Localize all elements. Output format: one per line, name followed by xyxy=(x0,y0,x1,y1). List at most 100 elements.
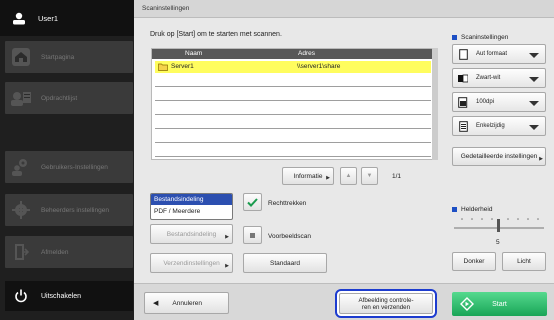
row-address: \\server1\share xyxy=(297,63,341,70)
info-button[interactable]: Informatie ▶ xyxy=(282,167,334,185)
dropdown-arrow-icon xyxy=(529,53,539,58)
chevron-right-icon: ▶ xyxy=(539,156,543,162)
column-header-name: Naam xyxy=(185,50,203,57)
dropdown-arrow-icon xyxy=(529,77,539,82)
page-indicator: 1/1 xyxy=(392,173,402,180)
sidebar-item-label: Gebruikers-Instellingen xyxy=(41,163,108,171)
send-settings-button-label: Verzendinstellingen xyxy=(163,259,220,267)
table-header: Naam Adres xyxy=(152,49,433,59)
checkbox-off-icon xyxy=(250,232,255,238)
brightness-value: 5 xyxy=(496,239,500,246)
table-row-empty xyxy=(155,117,431,129)
table-row[interactable]: Server1 \\server1\share xyxy=(155,61,431,73)
sidebar-item-user-settings[interactable]: Gebruikers-Instellingen xyxy=(5,151,133,183)
folder-icon xyxy=(158,63,168,71)
resolution-icon xyxy=(456,96,470,108)
bullet-square-icon xyxy=(452,35,457,40)
cancel-label: Annuleren xyxy=(172,299,203,307)
color-mode-icon xyxy=(456,74,470,83)
admin-settings-icon xyxy=(9,198,33,222)
bullet-square-icon xyxy=(452,207,457,212)
default-button-label: Standaard xyxy=(270,259,300,267)
checkmark-icon xyxy=(247,197,258,207)
page-size-icon xyxy=(456,48,470,60)
file-format-button-label: Bestandsindeling xyxy=(166,230,217,238)
home-icon xyxy=(9,45,33,69)
darker-label: Donker xyxy=(463,258,485,265)
user-settings-icon xyxy=(9,155,33,179)
back-arrow-icon: ◀ xyxy=(153,300,159,307)
detailed-settings-button[interactable]: Gedetailleerde instellingen ▶ xyxy=(452,147,546,166)
sidebar-item-home[interactable]: Startpagina xyxy=(5,41,133,73)
verify-and-send-inner: Afbeelding controle- ren en verzenden xyxy=(339,293,433,314)
sidebar-item-label: Startpagina xyxy=(41,53,75,61)
straighten-label: Rechttrekken xyxy=(268,200,307,207)
settings-heading-label: Scaninstellingen xyxy=(461,34,509,41)
darker-button[interactable]: Donker xyxy=(452,252,496,271)
resolution-setting-value: 100dpi xyxy=(476,99,495,105)
power-off-label: Uitschakelen xyxy=(41,292,82,300)
simplex-icon xyxy=(456,120,470,132)
brightness-heading: Helderheid xyxy=(452,206,492,213)
table-row-empty xyxy=(155,145,431,157)
sidebar-item-label: Opdrachtlijst xyxy=(41,94,78,102)
lighter-button[interactable]: Licht xyxy=(502,252,546,271)
duplex-setting-value: Enkelzijdig xyxy=(476,123,505,129)
sidebar-item-logout[interactable]: Afmelden xyxy=(5,236,133,268)
power-icon xyxy=(9,289,33,303)
preview-label: Voorbeeldscan xyxy=(268,233,312,240)
brightness-slider[interactable] xyxy=(452,215,546,239)
instruction-text: Druk op [Start] om te starten met scanne… xyxy=(150,31,282,38)
file-format-display: Bestandsindeling PDF / Meerdere xyxy=(150,193,233,220)
chevron-right-icon: ▶ xyxy=(225,234,229,240)
table-scrollbar[interactable] xyxy=(432,48,438,160)
color-setting-select[interactable]: Zwart-wit xyxy=(452,68,546,88)
table-row-empty xyxy=(155,103,431,115)
color-setting-value: Zwart-wit xyxy=(476,75,501,81)
preview-checkbox[interactable] xyxy=(243,226,262,244)
power-off-button[interactable]: Uitschakelen xyxy=(5,281,133,311)
arrow-up-icon: ▲ xyxy=(345,173,352,179)
destination-table: Naam Adres Server1 \\server1\share xyxy=(151,48,434,160)
straighten-checkbox[interactable] xyxy=(243,193,262,211)
start-button[interactable]: Start xyxy=(452,292,547,316)
cancel-button[interactable]: ◀ Annuleren xyxy=(144,292,229,314)
default-button[interactable]: Standaard xyxy=(243,253,327,273)
sidebar: User1 Startpagina Opdrachtlijst Gebruike… xyxy=(0,0,134,320)
sidebar-item-label: Beheerders instellingen xyxy=(41,206,109,214)
user-name: User1 xyxy=(38,13,59,23)
file-format-button[interactable]: Bestandsindeling ▶ xyxy=(150,224,233,244)
file-format-label: Bestandsindeling xyxy=(151,194,232,205)
chevron-right-icon: ▶ xyxy=(326,175,330,181)
duplex-setting-select[interactable]: Enkelzijdig xyxy=(452,116,546,136)
dropdown-arrow-icon xyxy=(529,101,539,106)
send-settings-button[interactable]: Verzendinstellingen ▶ xyxy=(150,253,233,273)
start-diamond-icon xyxy=(460,297,474,311)
settings-heading: Scaninstellingen xyxy=(452,34,508,41)
dropdown-arrow-icon xyxy=(529,125,539,130)
start-label: Start xyxy=(492,300,507,308)
arrow-down-icon: ▼ xyxy=(366,173,373,179)
file-format-value: PDF / Meerdere xyxy=(154,208,201,215)
brightness-track xyxy=(454,218,544,232)
size-setting-value: Aut formaat xyxy=(476,51,508,57)
sidebar-item-admin-settings[interactable]: Beheerders instellingen xyxy=(5,194,133,226)
table-row-empty xyxy=(155,131,431,143)
user-bar[interactable]: User1 xyxy=(0,0,134,36)
sidebar-item-job-list[interactable]: Opdrachtlijst xyxy=(5,82,133,114)
page-down-button[interactable]: ▼ xyxy=(361,167,378,185)
verify-and-send-label: Afbeelding controle- ren en verzenden xyxy=(358,296,414,311)
detailed-settings-label: Gedetailleerde instellingen xyxy=(460,153,538,160)
table-row-empty xyxy=(155,89,431,101)
page-title: Scaninstellingen xyxy=(134,0,554,18)
bottom-bar: ◀ Annuleren Afbeelding controle- ren en … xyxy=(134,283,554,320)
resolution-setting-select[interactable]: 100dpi xyxy=(452,92,546,112)
info-button-label: Informatie xyxy=(293,172,323,180)
table-row-empty xyxy=(155,75,431,87)
page-up-button[interactable]: ▲ xyxy=(340,167,357,185)
logout-icon xyxy=(9,240,33,264)
verify-and-send-button[interactable]: Afbeelding controle- ren en verzenden xyxy=(335,289,437,318)
size-setting-select[interactable]: Aut formaat xyxy=(452,44,546,64)
main-panel: Scaninstellingen Druk op [Start] om te s… xyxy=(134,0,554,320)
job-list-icon xyxy=(9,86,33,110)
